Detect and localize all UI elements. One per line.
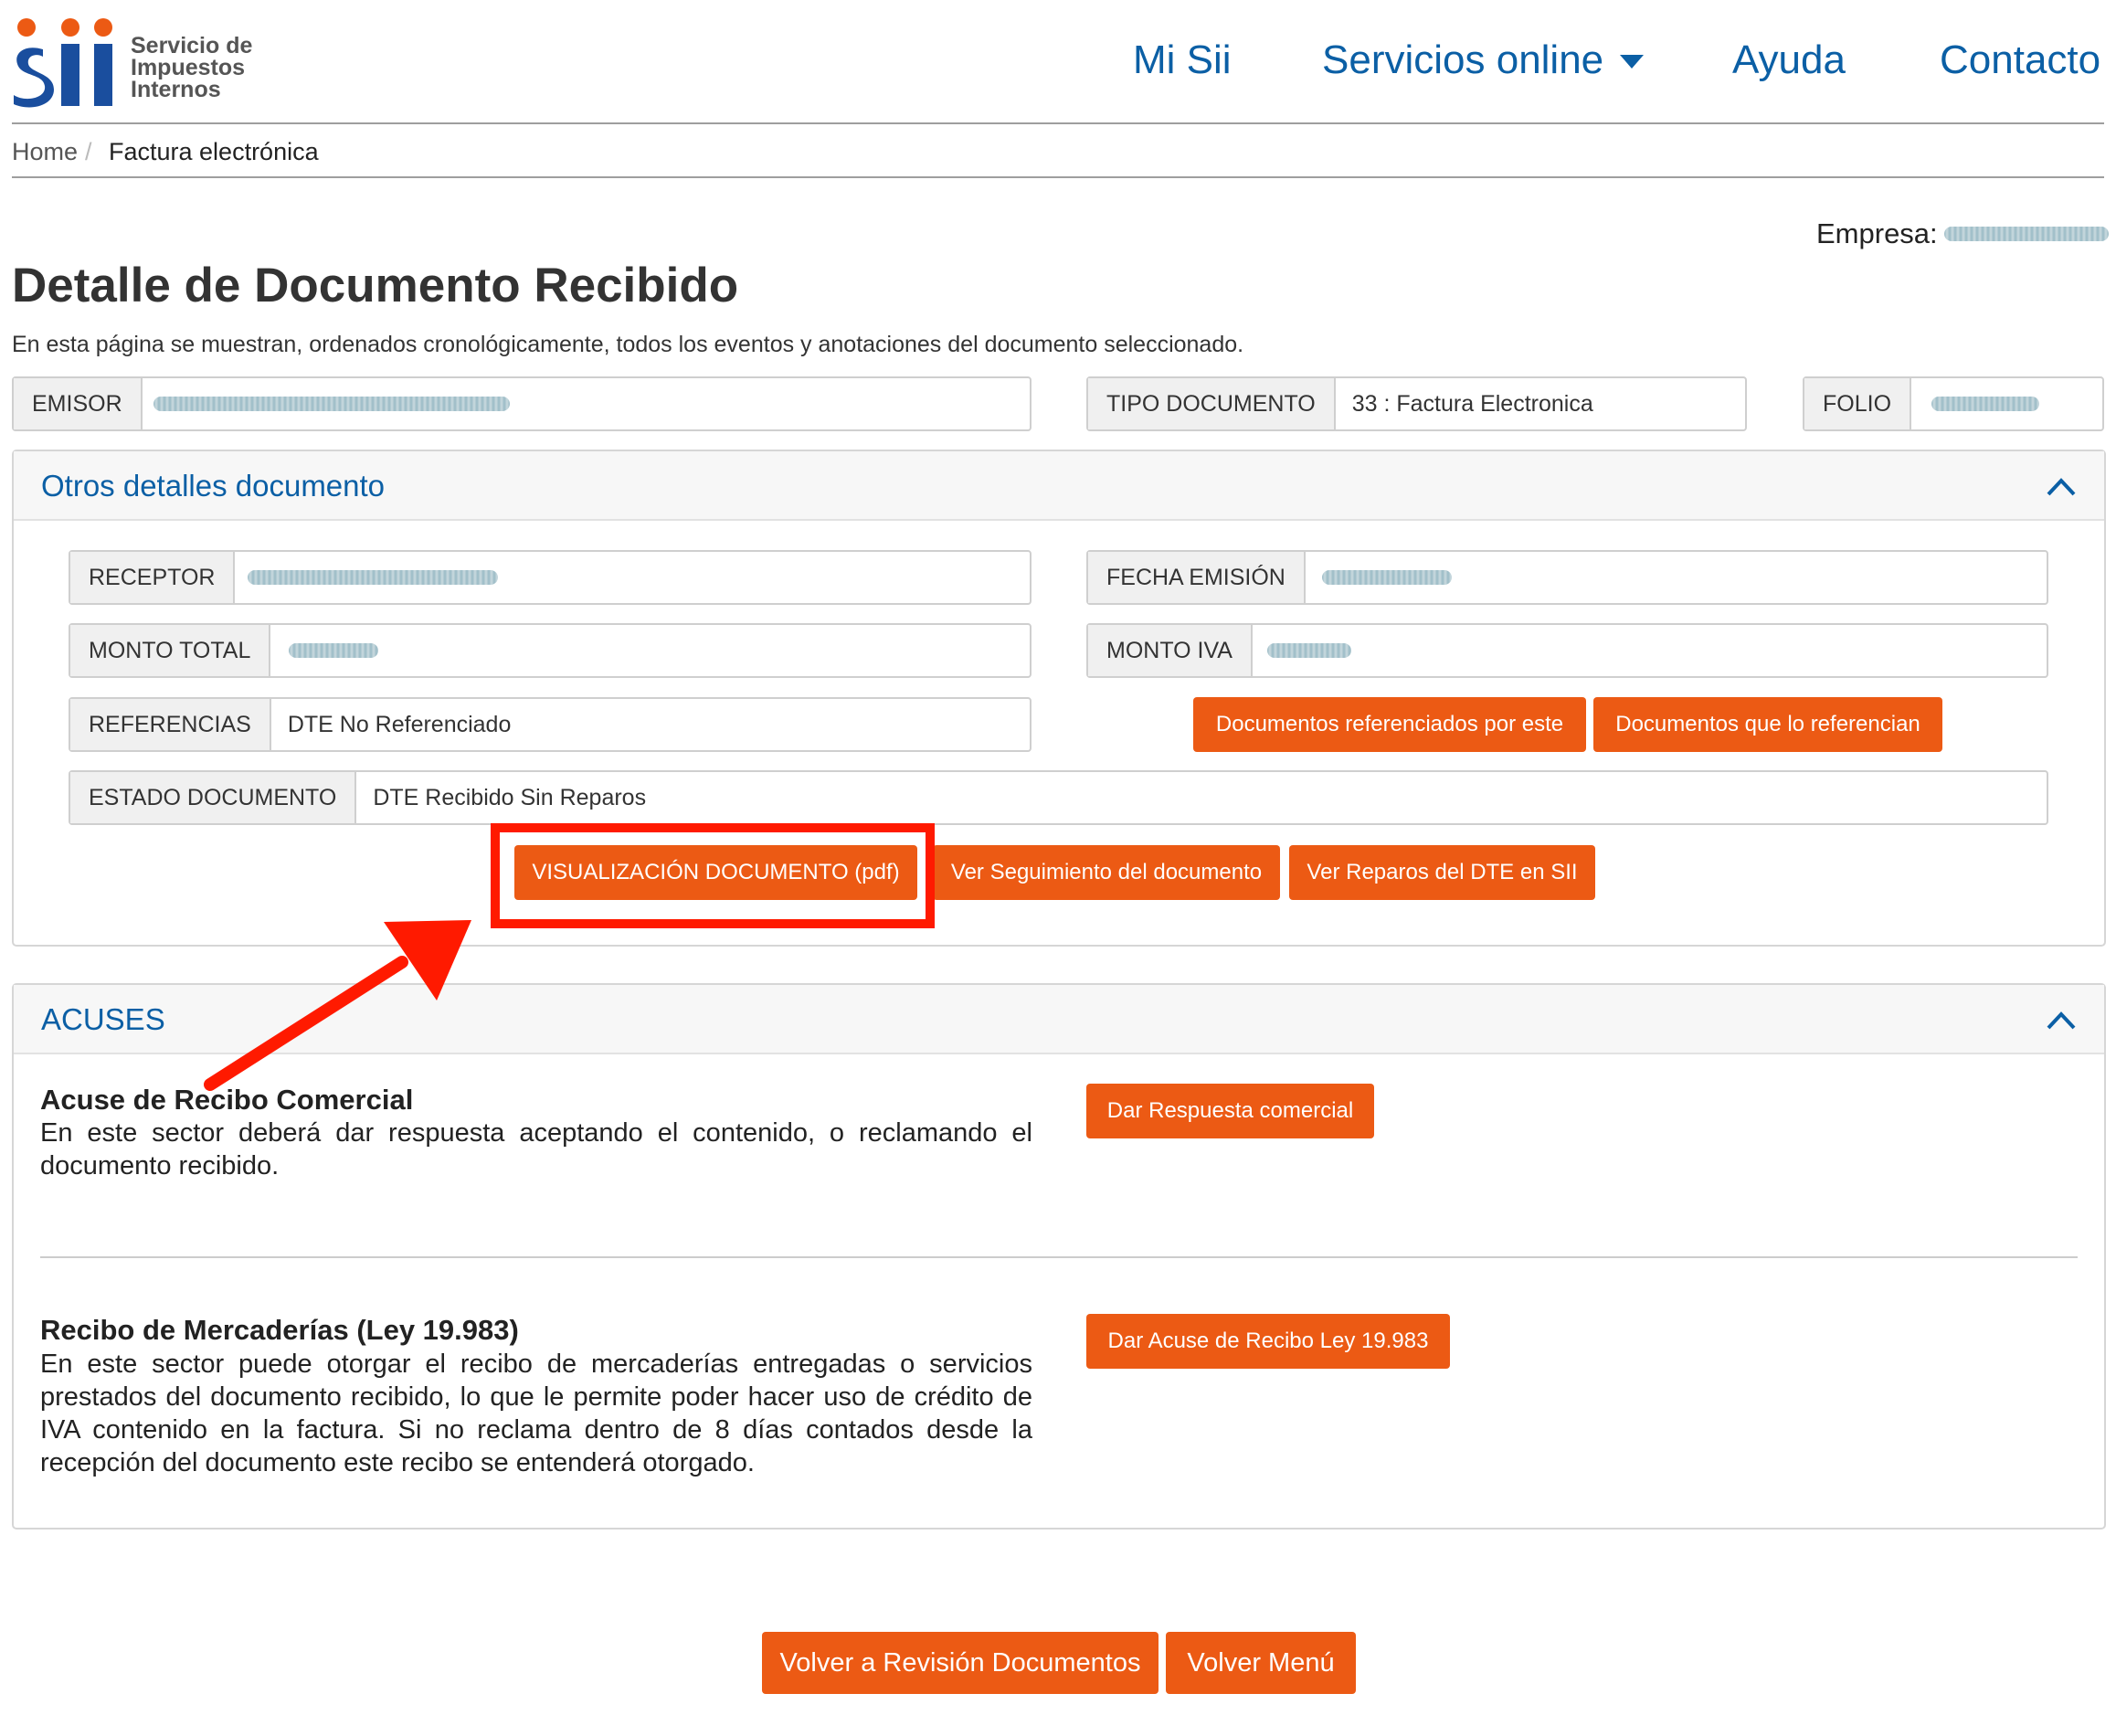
acuse-comercial-text: En este sector deberá dar respuesta acep… (40, 1118, 1032, 1180)
acuses-title: ACUSES (41, 1002, 165, 1036)
documentos-que-lo-referencian-button[interactable]: Documentos que lo referencian (1593, 697, 1942, 752)
monto-iva-value (1253, 625, 2047, 676)
referencias-label: REFERENCIAS (70, 699, 271, 750)
chevron-up-icon[interactable] (2046, 471, 2077, 503)
receptor-redacted (248, 570, 499, 585)
monto-iva-redacted (1266, 643, 1351, 658)
folio-label: FOLIO (1804, 378, 1912, 429)
documentos-referenciados-button[interactable]: Documentos referenciados por este (1193, 697, 1586, 752)
referencias-value: DTE No Referenciado (287, 712, 512, 737)
fecha-emision-redacted (1321, 570, 1452, 585)
sii-logo-mark (14, 18, 112, 108)
sii-logo[interactable]: Servicio de Impuestos Internos (12, 16, 259, 108)
receptor-label: RECEPTOR (70, 552, 236, 603)
emisor-label: EMISOR (14, 378, 143, 429)
monto-total-value (270, 625, 1030, 676)
folio-value (1911, 378, 2102, 429)
chevron-up-icon[interactable] (2046, 1005, 2077, 1036)
monto-total-label: MONTO TOTAL (70, 625, 271, 676)
tipo-documento-field: TIPO DOCUMENTO 33 : Factura Electronica (1086, 376, 1747, 431)
acuses-divider (40, 1256, 2078, 1258)
estado-documento-label: ESTADO DOCUMENTO (70, 772, 357, 823)
nav-mi-sii[interactable]: Mi Sii (1133, 33, 1232, 88)
receptor-field: RECEPTOR (69, 550, 1032, 605)
fecha-emision-field: FECHA EMISIÓN (1086, 550, 2048, 605)
dar-acuse-recibo-ley-button[interactable]: Dar Acuse de Recibo Ley 19.983 (1086, 1314, 1450, 1369)
arrow-annotation (204, 920, 471, 1091)
nav-ayuda[interactable]: Ayuda (1732, 33, 1846, 88)
folio-redacted (1931, 397, 2040, 411)
caret-down-icon (1620, 55, 1645, 69)
page-intro: En esta página se muestran, ordenados cr… (12, 332, 1244, 357)
nav-servicios-online[interactable]: Servicios online (1322, 33, 1645, 88)
header-divider (12, 122, 2104, 124)
nav-contacto[interactable]: Contacto (1940, 33, 2100, 88)
breadcrumb-divider (12, 176, 2104, 178)
ver-reparos-button[interactable]: Ver Reparos del DTE en SII (1289, 845, 1595, 900)
volver-revision-documentos-button[interactable]: Volver a Revisión Documentos (762, 1632, 1159, 1694)
estado-documento-value: DTE Recibido Sin Reparos (373, 785, 647, 810)
monto-total-redacted (289, 643, 379, 658)
otros-detalles-title: Otros detalles documento (41, 469, 386, 503)
ver-seguimiento-button[interactable]: Ver Seguimiento del documento (933, 845, 1280, 900)
empresa: Empresa: (1816, 216, 2109, 252)
page-title: Detalle de Documento Recibido (12, 259, 739, 312)
emisor-value (143, 378, 1030, 429)
empresa-label: Empresa: (1816, 217, 1938, 249)
folio-field: FOLIO (1803, 376, 2104, 431)
recibo-mercaderias-title: Recibo de Mercaderías (Ley 19.983) (40, 1314, 519, 1346)
empresa-redacted (1944, 227, 2109, 241)
estado-documento-field: ESTADO DOCUMENTO DTE Recibido Sin Reparo… (69, 770, 2048, 825)
receptor-value (235, 552, 1030, 603)
volver-menu-button[interactable]: Volver Menú (1166, 1632, 1356, 1694)
otros-detalles-header[interactable]: Otros detalles documento (14, 451, 2104, 521)
fecha-emision-value (1306, 552, 2047, 603)
logo-text: Servicio de Impuestos Internos (131, 33, 253, 102)
nav-servicios-online-label: Servicios online (1322, 37, 1604, 82)
emisor-redacted (153, 397, 510, 411)
monto-iva-label: MONTO IVA (1088, 625, 1253, 676)
tipo-documento-label: TIPO DOCUMENTO (1088, 378, 1336, 429)
tipo-documento-value: 33 : Factura Electronica (1351, 391, 1593, 417)
monto-total-field: MONTO TOTAL (69, 623, 1032, 678)
emisor-field: EMISOR (12, 376, 1032, 431)
monto-iva-field: MONTO IVA (1086, 623, 2048, 678)
breadcrumb-current: Factura electrónica (109, 138, 319, 165)
fecha-emision-label: FECHA EMISIÓN (1088, 552, 1306, 603)
recibo-mercaderias-text: En este sector puede otorgar el recibo d… (40, 1350, 1032, 1477)
breadcrumb-home[interactable]: Home (12, 135, 78, 168)
breadcrumb-separator: / (85, 138, 92, 165)
dar-respuesta-comercial-button[interactable]: Dar Respuesta comercial (1086, 1084, 1374, 1138)
highlight-box (491, 823, 935, 928)
referencias-field: REFERENCIAS DTE No Referenciado (69, 697, 1032, 752)
